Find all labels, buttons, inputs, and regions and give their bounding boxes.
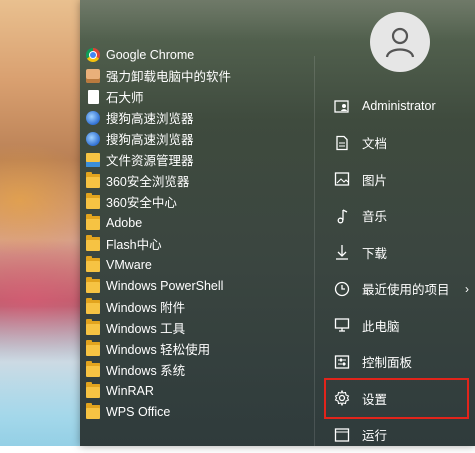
app-item-label: 360安全中心	[106, 192, 177, 211]
download-icon	[334, 244, 350, 260]
app-item-label: Adobe	[106, 216, 142, 230]
place-pictures[interactable]: 图片	[326, 161, 467, 198]
place-label: 运行	[362, 425, 387, 444]
app-folder-flash[interactable]: Flash中心	[86, 233, 306, 254]
app-item-label: Windows PowerShell	[106, 279, 223, 293]
app-item-label: 石大师	[106, 87, 144, 106]
app-item-label: 搜狗高速浏览器	[106, 108, 194, 127]
app-item-label: 360安全浏览器	[106, 171, 189, 190]
app-item-sogou-browser[interactable]: 搜狗高速浏览器	[86, 107, 306, 128]
user-avatar-icon	[383, 25, 417, 59]
place-run[interactable]: 运行	[326, 417, 467, 453]
file-explorer-icon	[86, 153, 100, 167]
place-label: 图片	[362, 170, 387, 189]
folder-icon	[86, 258, 100, 272]
music-icon	[334, 208, 350, 224]
app-folder-windows-ease-of-access[interactable]: Windows 轻松使用	[86, 338, 306, 359]
app-folder-windows-system[interactable]: Windows 系统	[86, 359, 306, 380]
app-item-shidashi[interactable]: 石大师	[86, 86, 306, 107]
app-folder-windows-tools[interactable]: Windows 工具	[86, 317, 306, 338]
start-menu: Google Chrome 强力卸载电脑中的软件 石大师 搜狗高速浏览器 搜狗高…	[80, 0, 475, 446]
menu-divider	[314, 56, 315, 446]
app-item-label: WinRAR	[106, 384, 154, 398]
place-label: 控制面板	[362, 352, 412, 371]
app-item-label: Windows 工具	[106, 318, 185, 337]
folder-icon	[86, 342, 100, 356]
sogou-browser-icon	[86, 132, 100, 146]
place-music[interactable]: 音乐	[326, 198, 467, 235]
app-item-label: Windows 附件	[106, 297, 185, 316]
app-item-uninstaller[interactable]: 强力卸载电脑中的软件	[86, 65, 306, 86]
place-label: 音乐	[362, 206, 387, 225]
folder-icon	[86, 363, 100, 377]
sogou-browser-icon	[86, 111, 100, 125]
app-item-label: WPS Office	[106, 405, 170, 419]
place-recent-items[interactable]: 最近使用的项目 ›	[326, 271, 467, 308]
place-label: 此电脑	[362, 316, 400, 335]
app-item-label: VMware	[106, 258, 152, 272]
app-item-label: Google Chrome	[106, 48, 194, 62]
place-label: 下载	[362, 243, 387, 262]
app-item-label: 文件资源管理器	[106, 150, 194, 169]
app-folder-vmware[interactable]: VMware	[86, 254, 306, 275]
app-item-label: 强力卸载电脑中的软件	[106, 66, 231, 85]
folder-icon	[86, 300, 100, 314]
app-folder-360-center[interactable]: 360安全中心	[86, 191, 306, 212]
folder-icon	[86, 279, 100, 293]
folder-icon	[86, 237, 100, 251]
box-icon	[86, 69, 100, 83]
app-folder-wps-office[interactable]: WPS Office	[86, 401, 306, 422]
document-icon	[334, 135, 350, 151]
app-folder-winrar[interactable]: WinRAR	[86, 380, 306, 401]
places-list: Administrator 文档 图片 音乐 下载	[326, 88, 467, 453]
app-item-label: Windows 系统	[106, 360, 185, 379]
place-control-panel[interactable]: 控制面板	[326, 344, 467, 381]
app-folder-360-browser[interactable]: 360安全浏览器	[86, 170, 306, 191]
settings-button[interactable]: 设置	[326, 380, 467, 417]
user-folder-icon	[334, 98, 350, 114]
app-folder-windows-accessories[interactable]: Windows 附件	[86, 296, 306, 317]
app-list: Google Chrome 强力卸载电脑中的软件 石大师 搜狗高速浏览器 搜狗高…	[86, 44, 306, 422]
user-avatar-button[interactable]	[370, 12, 430, 72]
folder-icon	[86, 195, 100, 209]
app-item-label: Windows 轻松使用	[106, 339, 210, 358]
folder-icon	[86, 216, 100, 230]
clock-icon	[334, 281, 350, 297]
place-label: 最近使用的项目	[362, 279, 450, 298]
place-label: 设置	[362, 389, 387, 408]
place-administrator[interactable]: Administrator	[326, 88, 467, 125]
wallpaper-fountain	[0, 306, 80, 446]
control-panel-icon	[334, 354, 350, 370]
folder-icon	[86, 321, 100, 335]
chrome-icon	[86, 48, 100, 62]
folder-icon	[86, 384, 100, 398]
app-item-label: Flash中心	[106, 234, 162, 253]
gear-icon	[334, 390, 350, 406]
place-label: 文档	[362, 133, 387, 152]
folder-icon	[86, 405, 100, 419]
app-item-file-explorer[interactable]: 文件资源管理器	[86, 149, 306, 170]
app-item-sogou-browser-2[interactable]: 搜狗高速浏览器	[86, 128, 306, 149]
place-label: Administrator	[362, 99, 436, 113]
run-icon	[334, 427, 350, 443]
app-item-label: 搜狗高速浏览器	[106, 129, 194, 148]
picture-icon	[334, 171, 350, 187]
folder-icon	[86, 174, 100, 188]
place-this-pc[interactable]: 此电脑	[326, 307, 467, 344]
place-downloads[interactable]: 下载	[326, 234, 467, 271]
document-icon	[88, 90, 99, 104]
app-item-google-chrome[interactable]: Google Chrome	[86, 44, 306, 65]
app-folder-adobe[interactable]: Adobe	[86, 212, 306, 233]
computer-icon	[334, 317, 350, 333]
chevron-right-icon: ›	[465, 282, 469, 296]
place-documents[interactable]: 文档	[326, 125, 467, 162]
app-folder-powershell[interactable]: Windows PowerShell	[86, 275, 306, 296]
